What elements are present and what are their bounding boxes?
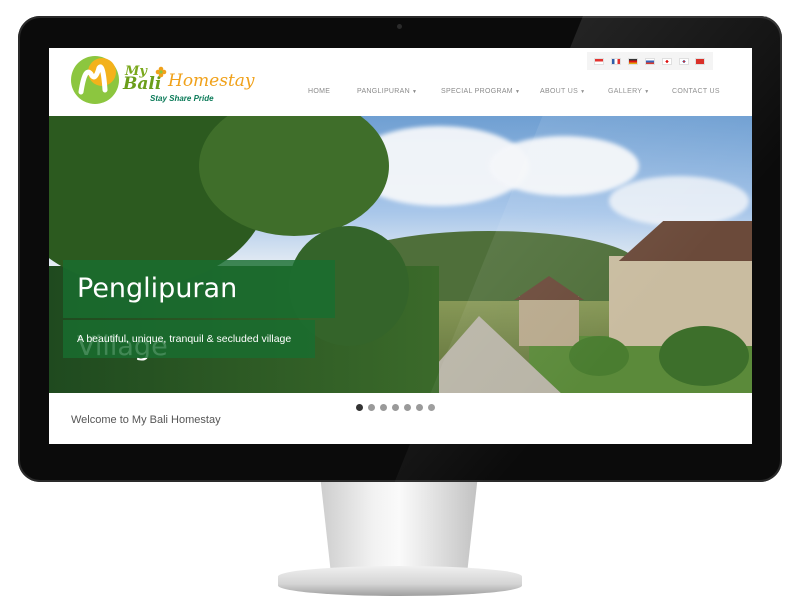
welcome-heading: Welcome to My Bali Homestay — [71, 414, 221, 426]
flag-china-icon[interactable] — [695, 57, 706, 65]
flag-russia-icon[interactable] — [644, 57, 655, 65]
nav-contact-us[interactable]: CONTACT US — [672, 88, 720, 95]
hibiscus-m-logo-icon — [71, 56, 119, 104]
webcam-icon — [397, 24, 402, 29]
house-wall — [519, 296, 579, 346]
slide-dot-5[interactable] — [404, 404, 411, 411]
language-selector — [587, 52, 713, 70]
flower-icon — [155, 66, 167, 78]
house-roof — [618, 221, 752, 261]
flag-france-icon[interactable] — [611, 57, 622, 65]
slide-dot-2[interactable] — [368, 404, 375, 411]
flag-indonesia-icon[interactable] — [594, 57, 605, 65]
nav-contact-us-label: CONTACT US — [672, 88, 720, 95]
slide-dot-6[interactable] — [416, 404, 423, 411]
shrub — [569, 336, 629, 376]
caret-down-icon: ▼ — [514, 89, 521, 95]
website-screen: My Bali Homestay Stay Share Pride HOME P… — [49, 48, 752, 444]
nav-about-us-label: ABOUT US — [540, 88, 579, 95]
site-logo[interactable]: My Bali Homestay Stay Share Pride — [69, 52, 259, 108]
flag-korea-icon[interactable] — [678, 57, 689, 65]
cloud — [609, 176, 749, 226]
site-header: My Bali Homestay Stay Share Pride HOME P… — [49, 48, 752, 116]
nav-special-program[interactable]: SPECIAL PROGRAM ▼ — [441, 88, 520, 95]
nav-panglipuran[interactable]: PANGLIPURAN ▼ — [357, 88, 417, 95]
nav-gallery-label: GALLERY — [608, 88, 643, 95]
caret-down-icon: ▼ — [644, 89, 650, 95]
shrub — [659, 326, 749, 386]
hero-title: Penglipuran Village — [63, 260, 335, 362]
logo-tagline: Stay Share Pride — [150, 94, 214, 103]
cloud — [489, 136, 639, 196]
monitor-base — [278, 566, 522, 596]
slide-dot-3[interactable] — [380, 404, 387, 411]
caret-down-icon: ▼ — [411, 89, 418, 95]
nav-special-program-label: SPECIAL PROGRAM — [441, 88, 513, 95]
nav-gallery[interactable]: GALLERY ▼ — [608, 88, 650, 95]
nav-about-us[interactable]: ABOUT US ▼ — [540, 88, 585, 95]
hero-subtitle: A beautiful, unique, tranquil & secluded… — [63, 320, 315, 358]
logo-text-homestay: Homestay — [168, 71, 255, 91]
nav-panglipuran-label: PANGLIPURAN — [357, 88, 410, 95]
monitor-stand — [320, 482, 478, 574]
slide-dot-1[interactable] — [356, 404, 363, 411]
slider-pagination — [356, 404, 435, 411]
monitor-frame: My Bali Homestay Stay Share Pride HOME P… — [18, 16, 782, 482]
nav-home-label: HOME — [308, 88, 331, 95]
flag-japan-icon[interactable] — [661, 57, 672, 65]
caret-down-icon: ▼ — [580, 89, 586, 95]
flag-germany-icon[interactable] — [628, 57, 639, 65]
slide-dot-7[interactable] — [428, 404, 435, 411]
slide-dot-4[interactable] — [392, 404, 399, 411]
nav-home[interactable]: HOME — [308, 88, 330, 95]
hero-slider[interactable]: Penglipuran Village A beautiful, unique,… — [49, 116, 752, 393]
